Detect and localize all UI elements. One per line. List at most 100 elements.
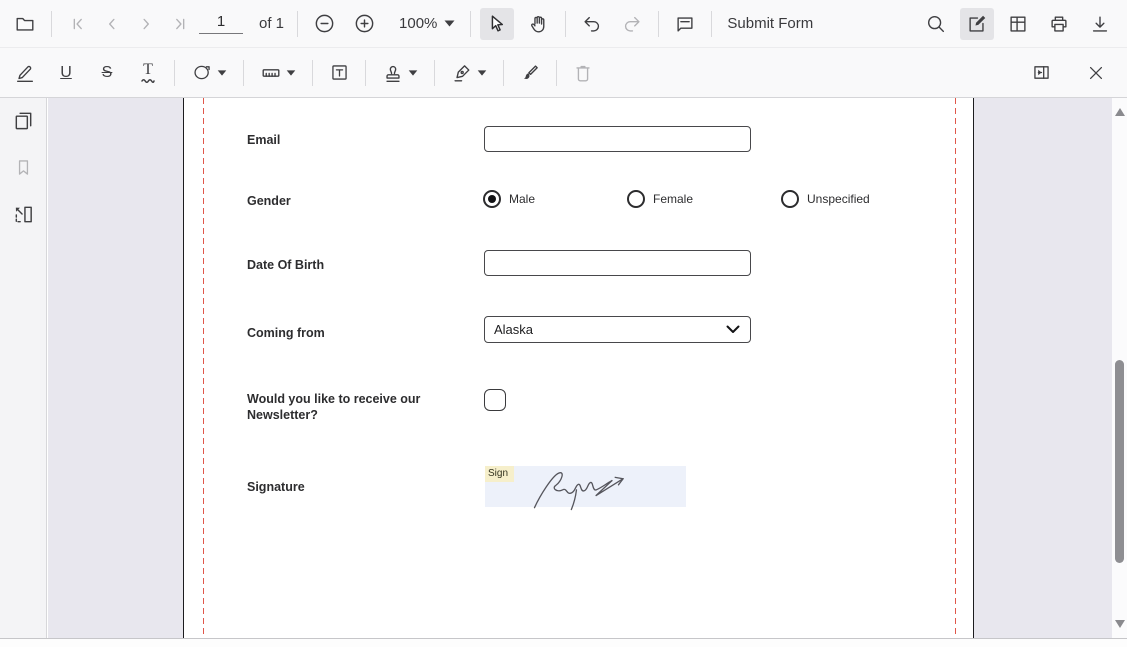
delete-annotation-button[interactable] bbox=[566, 57, 600, 89]
coming-from-select[interactable]: Alaska bbox=[484, 316, 751, 343]
email-input[interactable] bbox=[484, 126, 751, 152]
newsletter-label: Would you like to receive our Newsletter… bbox=[247, 391, 465, 424]
download-button[interactable] bbox=[1083, 8, 1117, 40]
next-page-button[interactable] bbox=[129, 8, 163, 40]
main-toolbar: 1 of 1 100% bbox=[0, 0, 1127, 48]
sidebar-thumbnails-button[interactable] bbox=[12, 109, 35, 132]
previous-page-icon bbox=[101, 13, 123, 35]
divider bbox=[658, 11, 659, 37]
gender-radio-male[interactable] bbox=[483, 190, 501, 208]
close-toolbar-button[interactable] bbox=[1079, 57, 1113, 89]
undo-button[interactable] bbox=[575, 8, 609, 40]
divider bbox=[312, 60, 313, 86]
delete-icon bbox=[572, 62, 594, 84]
textbox-tool-button[interactable] bbox=[322, 57, 356, 89]
redo-button[interactable] bbox=[615, 8, 649, 40]
divider bbox=[297, 11, 298, 37]
sidebar-annotations-button[interactable] bbox=[12, 203, 35, 226]
signature-sign-tab[interactable]: Sign bbox=[485, 466, 514, 482]
gender-radio-unspecified[interactable] bbox=[781, 190, 799, 208]
previous-page-button[interactable] bbox=[95, 8, 129, 40]
first-page-button[interactable] bbox=[61, 8, 95, 40]
divider bbox=[51, 11, 52, 37]
annotate-icon bbox=[966, 13, 988, 35]
zoom-out-button[interactable] bbox=[307, 8, 341, 40]
margin-guide-right bbox=[955, 98, 956, 638]
zoom-level-dropdown[interactable]: 100% bbox=[393, 15, 461, 32]
stamp-icon bbox=[382, 62, 404, 84]
search-icon bbox=[925, 13, 947, 35]
page-thumbnails-icon bbox=[12, 109, 35, 132]
open-document-icon bbox=[14, 13, 36, 35]
toolbar-right-group bbox=[919, 8, 1117, 40]
bookmark-icon bbox=[13, 157, 34, 178]
ink-tool-button[interactable] bbox=[8, 57, 42, 89]
pointer-tool-button[interactable] bbox=[480, 8, 514, 40]
zoom-in-button[interactable] bbox=[347, 8, 381, 40]
document-editor-button[interactable] bbox=[1001, 8, 1035, 40]
gender-radio-female[interactable] bbox=[627, 190, 645, 208]
page-count-label: of 1 bbox=[259, 15, 284, 32]
divider bbox=[365, 60, 366, 86]
shape-tool-button[interactable] bbox=[184, 57, 234, 89]
gender-label: Gender bbox=[247, 193, 291, 209]
annotation-toolbar: U S T bbox=[0, 48, 1127, 98]
brush-icon bbox=[519, 62, 541, 84]
next-page-icon bbox=[135, 13, 157, 35]
coming-from-label: Coming from bbox=[247, 325, 325, 341]
gender-radio-male-label: Male bbox=[509, 192, 535, 206]
caret-down-icon bbox=[408, 70, 418, 76]
sidebar-bookmarks-button[interactable] bbox=[13, 157, 34, 178]
collapse-panel-button[interactable] bbox=[1024, 57, 1058, 89]
last-page-button[interactable] bbox=[163, 8, 197, 40]
email-label: Email bbox=[247, 132, 280, 148]
pdf-page bbox=[183, 98, 974, 638]
pan-tool-button[interactable] bbox=[522, 8, 556, 40]
search-button[interactable] bbox=[919, 8, 953, 40]
annotate-button[interactable] bbox=[960, 8, 994, 40]
chevron-down-icon bbox=[726, 325, 740, 334]
divider bbox=[565, 11, 566, 37]
document-editor-icon bbox=[1007, 13, 1029, 35]
download-icon bbox=[1089, 13, 1111, 35]
measure-tool-button[interactable] bbox=[253, 57, 303, 89]
strikeout-icon: S bbox=[102, 65, 113, 81]
dob-input[interactable] bbox=[484, 250, 751, 276]
redo-icon bbox=[621, 13, 643, 35]
open-document-button[interactable] bbox=[8, 8, 42, 40]
signature-tool-button[interactable] bbox=[444, 57, 494, 89]
undo-icon bbox=[581, 13, 603, 35]
textbox-icon bbox=[329, 62, 350, 83]
vertical-scrollbar[interactable] bbox=[1112, 98, 1127, 638]
gender-radio-unspecified-label: Unspecified bbox=[807, 192, 870, 206]
strikeout-tool-button[interactable]: S bbox=[90, 57, 124, 89]
divider bbox=[711, 11, 712, 37]
scroll-down-arrow-icon[interactable] bbox=[1115, 620, 1125, 628]
stamp-tool-button[interactable] bbox=[375, 57, 425, 89]
scrollbar-thumb[interactable] bbox=[1115, 360, 1124, 563]
submit-form-button[interactable]: Submit Form bbox=[727, 15, 813, 32]
sidebar-strip bbox=[0, 98, 47, 638]
gender-option-female[interactable]: Female bbox=[627, 190, 693, 208]
zoom-in-icon bbox=[353, 12, 376, 35]
squiggly-icon: T bbox=[141, 62, 155, 83]
ink-icon bbox=[14, 62, 36, 84]
squiggly-tool-button[interactable]: T bbox=[131, 57, 165, 89]
divider bbox=[470, 11, 471, 37]
gender-option-male[interactable]: Male bbox=[483, 190, 535, 208]
brush-tool-button[interactable] bbox=[513, 57, 547, 89]
signature-scribble bbox=[527, 466, 667, 512]
comment-button[interactable] bbox=[668, 8, 702, 40]
underline-tool-button[interactable]: U bbox=[49, 57, 83, 89]
margin-guide-left bbox=[203, 98, 204, 638]
page-number-input[interactable]: 1 bbox=[199, 13, 243, 34]
measure-icon bbox=[260, 62, 282, 84]
newsletter-checkbox[interactable] bbox=[484, 389, 506, 411]
caret-down-icon bbox=[477, 70, 487, 76]
print-button[interactable] bbox=[1042, 8, 1076, 40]
pointer-tool-icon bbox=[486, 13, 508, 35]
signature-field[interactable]: Sign bbox=[485, 466, 686, 507]
caret-down-icon bbox=[444, 20, 455, 27]
scroll-up-arrow-icon[interactable] bbox=[1115, 108, 1125, 116]
gender-option-unspecified[interactable]: Unspecified bbox=[781, 190, 870, 208]
